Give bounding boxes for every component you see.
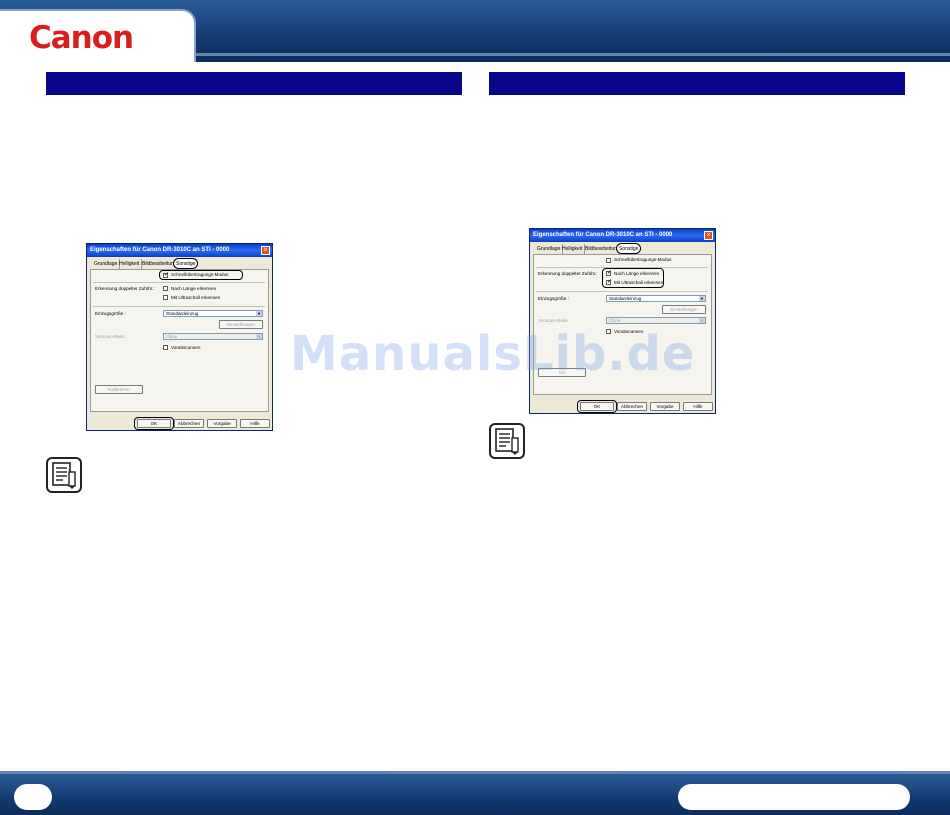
separator	[93, 306, 265, 307]
section-bar-right	[489, 72, 905, 95]
cancel-button[interactable]: Abbrechen	[174, 419, 204, 428]
help-button[interactable]: Hilfe	[683, 402, 713, 411]
manual-page: Canon Eigenschaften für Canon DR-3010C a…	[0, 0, 950, 815]
by-length-checkbox[interactable]	[606, 269, 612, 276]
double-feed-label: Erkennung doppelter Zuführ.:	[538, 271, 598, 276]
prescan-select[interactable]: Ohne ▼	[163, 333, 263, 340]
note-icon	[46, 457, 82, 493]
watermark: ManualsLib.de	[290, 326, 696, 382]
default-button[interactable]: Vorgabe	[650, 402, 680, 411]
calibrate-button[interactable]: Kalibrieren	[95, 385, 143, 394]
preview-label: Vorabscannen	[171, 345, 201, 350]
paper-size-label: Einzugsgröße :	[95, 311, 126, 316]
by-ultrasonic-checkbox[interactable]	[163, 295, 168, 300]
separator	[536, 267, 708, 268]
tab-sonstige[interactable]: Sonstige	[173, 258, 199, 269]
note-pencil-icon	[495, 428, 519, 455]
fast-mode-label: Schnellübertragungs-Modus	[614, 257, 672, 262]
paper-size-value: Standardeinzug	[166, 311, 199, 316]
double-feed-label: Erkennung doppelter Zuführ.:	[95, 286, 155, 291]
paper-size-select[interactable]: Standardeinzug ▼	[606, 295, 706, 302]
tab-helligkeit[interactable]: Helligkeit	[560, 244, 586, 254]
paper-size-label: Einzugsgröße :	[538, 296, 569, 301]
by-ultrasonic-label: Mit Ultraschall erkennen	[614, 280, 664, 285]
tab-helligkeit[interactable]: Helligkeit	[117, 259, 143, 269]
prescan-value: Ohne	[166, 334, 178, 339]
prescan-value: Ohne	[609, 318, 621, 323]
separator	[536, 291, 708, 292]
prescan-label: Vorscan-Mode :	[95, 334, 128, 339]
separator	[93, 282, 265, 283]
page-footer	[0, 771, 950, 815]
header-underline	[196, 53, 950, 56]
logo-tab: Canon	[0, 9, 196, 62]
section-bar-left	[46, 72, 462, 95]
prescan-label: Vorscan-Mode :	[538, 318, 571, 323]
fast-mode-checkbox[interactable]	[163, 271, 169, 278]
chevron-down-icon: ▼	[256, 334, 262, 339]
default-button[interactable]: Vorgabe	[207, 419, 237, 428]
paper-size-value: Standardeinzug	[609, 296, 642, 301]
dialog-title: Eigenschaften für Canon DR-3010C an STI …	[87, 244, 272, 257]
chevron-down-icon: ▼	[256, 311, 262, 316]
dialog-screenshot-left: Eigenschaften für Canon DR-3010C an STI …	[86, 243, 273, 431]
preview-checkbox[interactable]	[163, 345, 168, 350]
paper-size-select[interactable]: Standardeinzug ▼	[163, 310, 263, 317]
fast-mode-label: Schnellübertragungs-Modus	[171, 272, 229, 277]
ok-button[interactable]: OK	[137, 419, 171, 428]
by-length-label: Nach Länge erkennen	[614, 271, 660, 276]
page-header: Canon	[0, 0, 950, 62]
chevron-down-icon: ▼	[699, 296, 705, 301]
note-pencil-icon	[52, 462, 76, 489]
by-length-label: Nach Länge erkennen	[171, 286, 217, 291]
dialog-title: Eigenschaften für Canon DR-3010C an STI …	[530, 229, 715, 242]
footer-search-pill[interactable]	[678, 784, 910, 810]
help-button[interactable]: Hilfe	[240, 419, 270, 428]
by-ultrasonic-checkbox[interactable]	[606, 278, 612, 285]
tab-sonstige[interactable]: Sonstige	[616, 243, 642, 254]
fast-mode-checkbox[interactable]	[606, 258, 611, 263]
chevron-down-icon: ▼	[699, 318, 705, 323]
canon-logo[interactable]: Canon	[29, 20, 134, 56]
by-length-checkbox[interactable]	[163, 286, 168, 291]
settings-button[interactable]: Einstellungen	[219, 320, 263, 329]
cancel-button[interactable]: Abbrechen	[617, 402, 647, 411]
page-number-pill[interactable]	[14, 784, 52, 810]
prescan-select[interactable]: Ohne ▼	[606, 317, 706, 324]
close-icon[interactable]: ×	[704, 231, 713, 240]
by-ultrasonic-label: Mit Ultraschall erkennen	[171, 295, 221, 300]
dialog-screenshot-right: Eigenschaften für Canon DR-3010C an STI …	[529, 228, 716, 414]
ok-button[interactable]: OK	[580, 402, 614, 411]
settings-button[interactable]: Einstellungen	[662, 305, 706, 314]
note-icon	[489, 423, 525, 459]
close-icon[interactable]: ×	[261, 246, 270, 255]
